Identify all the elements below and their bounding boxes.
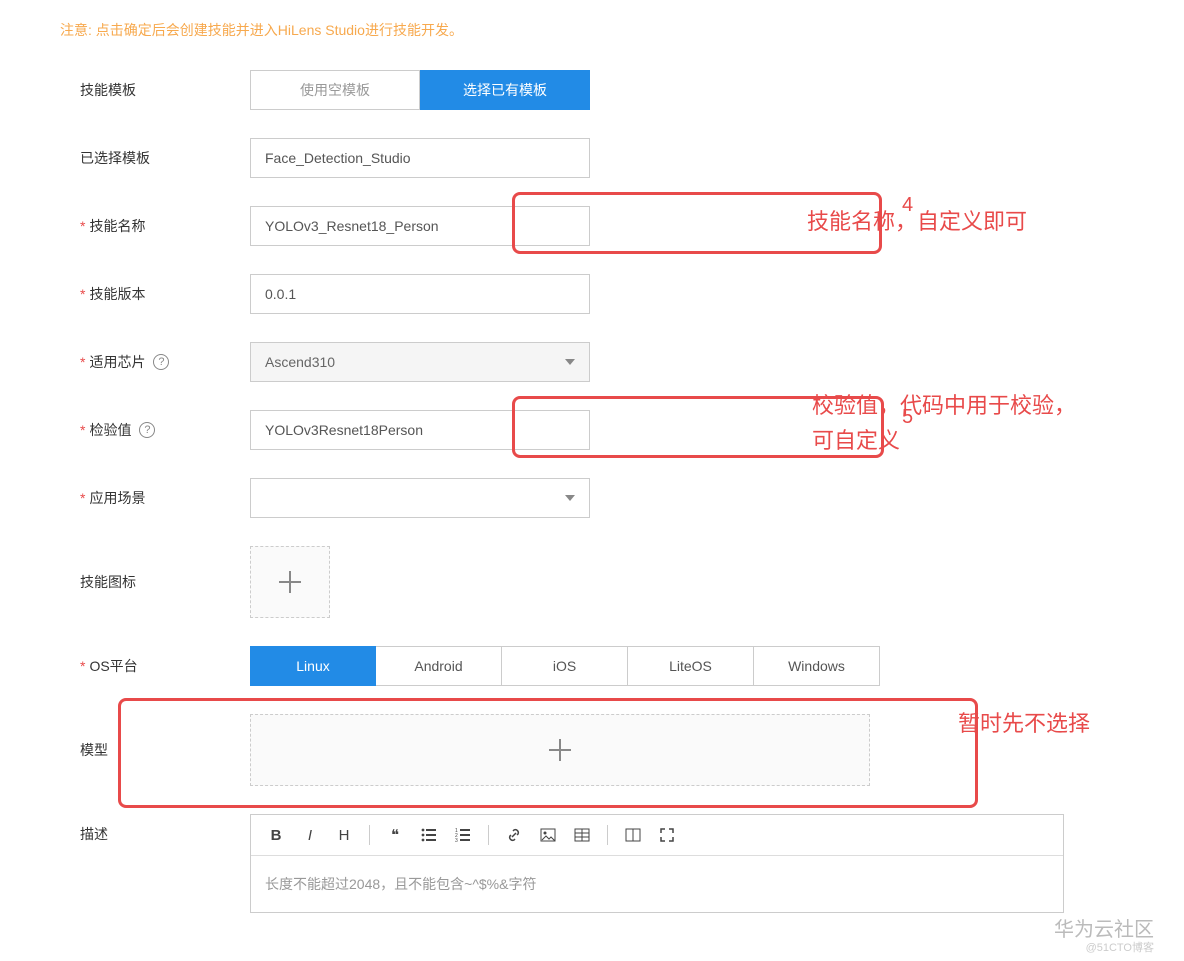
editor-placeholder[interactable]: 长度不能超过2048，且不能包含~^$%&字符 [251, 856, 1063, 912]
template-tabs: 使用空模板 选择已有模板 [250, 70, 590, 110]
label-skill-name: *技能名称 [60, 216, 250, 236]
input-skill-name[interactable] [250, 206, 590, 246]
row-desc: 描述 B I H ❝ 123 [60, 814, 1124, 913]
tab-existing-template[interactable]: 选择已有模板 [420, 70, 590, 110]
os-tab-linux[interactable]: Linux [250, 646, 376, 686]
table-icon[interactable] [567, 821, 597, 849]
label-chip: *适用芯片 ? [60, 352, 250, 372]
label-skill-icon: 技能图标 [60, 572, 250, 592]
label-scene: *应用场景 [60, 488, 250, 508]
bold-icon[interactable]: B [261, 821, 291, 849]
input-check-value[interactable] [250, 410, 590, 450]
select-scene[interactable] [250, 478, 590, 518]
chevron-down-icon [565, 495, 575, 501]
input-skill-version[interactable] [250, 274, 590, 314]
row-os-platform: *OS平台 Linux Android iOS LiteOS Windows [60, 646, 1124, 686]
help-icon-check[interactable]: ? [139, 422, 155, 438]
label-os-platform: *OS平台 [60, 656, 250, 676]
label-model: 模型 [60, 740, 250, 760]
link-icon[interactable] [499, 821, 529, 849]
label-selected-template: 已选择模板 [60, 148, 250, 168]
row-selected-template: 已选择模板 [60, 138, 1124, 178]
fullscreen-icon[interactable] [652, 821, 682, 849]
list-ol-icon[interactable]: 123 [448, 821, 478, 849]
os-tab-windows[interactable]: Windows [754, 646, 880, 686]
os-tab-android[interactable]: Android [376, 646, 502, 686]
plus-icon [275, 567, 305, 597]
select-chip[interactable]: Ascend310 [250, 342, 590, 382]
row-scene: *应用场景 [60, 478, 1124, 518]
row-chip: *适用芯片 ? Ascend310 [60, 342, 1124, 382]
os-tab-ios[interactable]: iOS [502, 646, 628, 686]
chevron-down-icon [565, 359, 575, 365]
help-icon-chip[interactable]: ? [153, 354, 169, 370]
image-icon[interactable] [533, 821, 563, 849]
heading-icon[interactable]: H [329, 821, 359, 849]
upload-skill-icon[interactable] [250, 546, 330, 618]
label-skill-template: 技能模板 [60, 80, 250, 100]
svg-text:3: 3 [455, 838, 458, 842]
notice-text: 注意: 点击确定后会创建技能并进入HiLens Studio进行技能开发。 [60, 20, 1124, 40]
label-check-value: *检验值 ? [60, 420, 250, 440]
rich-text-editor: B I H ❝ 123 [250, 814, 1064, 913]
annotation-note-model: 暂时先不选择 [958, 706, 1090, 738]
os-tab-liteos[interactable]: LiteOS [628, 646, 754, 686]
quote-icon[interactable]: ❝ [380, 821, 410, 849]
plus-icon [545, 735, 575, 765]
watermark: 华为云社区 @51CTO博客 [1054, 918, 1154, 955]
editor-toolbar: B I H ❝ 123 [251, 815, 1063, 856]
input-selected-template[interactable] [250, 138, 590, 178]
preview-icon[interactable] [618, 821, 648, 849]
annotation-note-5: 校验值，代码中用于校验，可自定义 [812, 388, 1092, 458]
row-skill-template: 技能模板 使用空模板 选择已有模板 [60, 70, 1124, 110]
row-skill-version: *技能版本 [60, 274, 1124, 314]
label-desc: 描述 [60, 814, 250, 844]
italic-icon[interactable]: I [295, 821, 325, 849]
tab-empty-template[interactable]: 使用空模板 [250, 70, 420, 110]
upload-model[interactable] [250, 714, 870, 786]
row-skill-icon: 技能图标 [60, 546, 1124, 618]
os-tabs: Linux Android iOS LiteOS Windows [250, 646, 880, 686]
label-skill-version: *技能版本 [60, 284, 250, 304]
list-ul-icon[interactable] [414, 821, 444, 849]
annotation-note-4: 技能名称，自定义即可 [807, 204, 1027, 236]
